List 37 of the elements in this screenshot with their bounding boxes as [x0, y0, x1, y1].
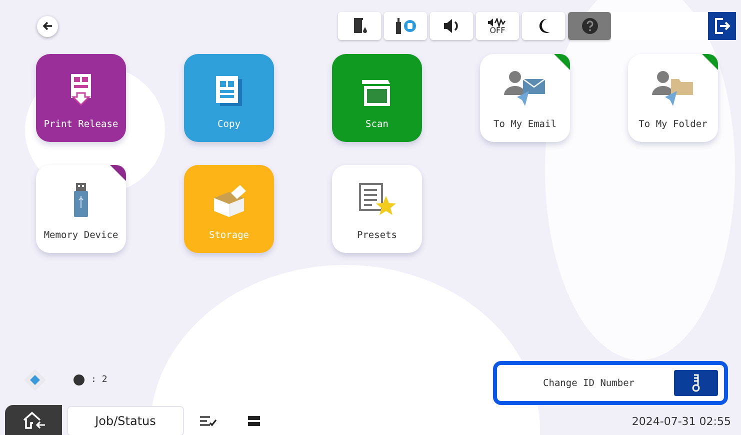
app-tile[interactable]: Print Release [36, 54, 126, 142]
ink-count: : 2 [91, 375, 108, 385]
app-tile[interactable]: To My Folder [628, 54, 718, 142]
ink-dot-icon [73, 374, 85, 386]
app-tile[interactable]: Scan [332, 54, 422, 142]
document-star-icon [358, 182, 396, 218]
home-icon [20, 410, 46, 430]
status-button[interactable]: OFF [476, 12, 519, 40]
person-folder-icon [651, 69, 695, 107]
list-check-icon [198, 414, 216, 428]
back-button[interactable] [37, 16, 58, 36]
home-button[interactable] [5, 405, 62, 435]
help-icon [580, 17, 598, 35]
change-id-number-button[interactable]: Change ID Number [493, 361, 728, 405]
app-tile[interactable]: To My Email [480, 54, 570, 142]
logout-icon [713, 17, 731, 35]
status-button[interactable] [430, 12, 473, 40]
left-arrow-icon [42, 20, 54, 32]
date-time: 2024-07-31 02:55 [632, 415, 731, 428]
job-status-button[interactable]: Job/Status [68, 407, 183, 435]
device-icon [394, 17, 416, 35]
status-button[interactable] [522, 12, 565, 40]
person-envelope-icon [503, 69, 547, 107]
copy-document-icon [215, 75, 243, 107]
diamond-icon [23, 368, 47, 392]
logout-button[interactable] [708, 12, 736, 40]
ink-bottle-icon [352, 17, 368, 35]
status-button[interactable] [338, 12, 381, 40]
status-button[interactable] [384, 12, 427, 40]
app-tile[interactable]: Presets [332, 165, 422, 253]
document-download-icon [69, 73, 93, 107]
key-icon [674, 370, 718, 396]
app-tile[interactable]: Memory Device [36, 165, 126, 253]
printer-icon [246, 415, 260, 427]
open-box-icon [211, 184, 247, 218]
moon-icon [536, 18, 550, 34]
usb-drive-icon [73, 182, 89, 218]
